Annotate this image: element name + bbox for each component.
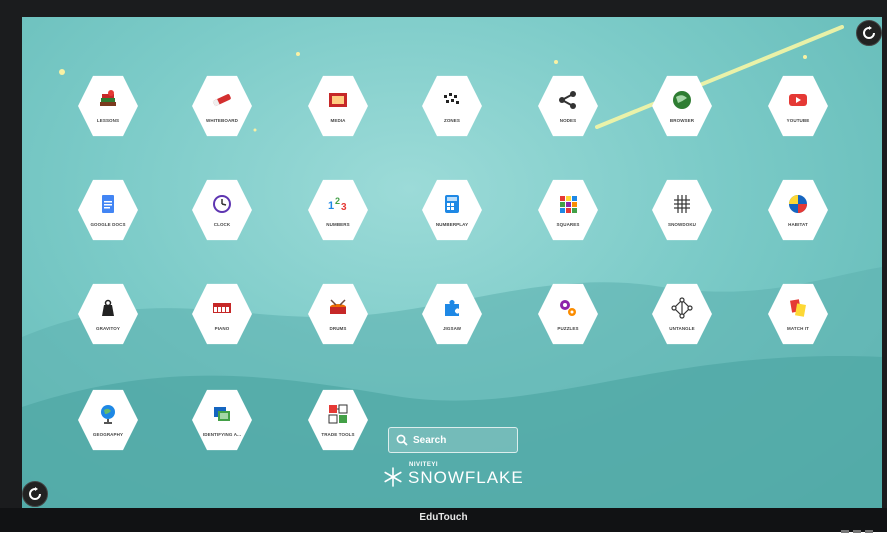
google-docs-icon [102,195,114,213]
app-tile[interactable]: PIANO [192,282,252,346]
refresh-icon [863,26,875,39]
app-tile[interactable]: UNTANGLE [652,282,712,346]
snowflake-icon [384,467,402,487]
app-tile[interactable]: DRUMS [308,282,368,346]
app-tile-label: WHITEBOARD [206,118,238,123]
app-tile[interactable]: BROWSER [652,74,712,138]
app-tile-label: PIANO [214,326,230,331]
app-tile[interactable]: 1 2 3 NUMBERS [308,178,368,242]
app-tile-label: NODES [559,118,577,123]
pictures-icon [214,407,230,421]
calculator-icon [445,195,459,213]
numbers-icon: 1 23 [328,196,347,213]
app-tile-label: DRUMS [329,326,347,331]
weight-icon [102,299,114,316]
zones-icon [444,93,459,104]
cards-icon [790,299,806,317]
marker-icon [212,94,231,107]
drums-icon [330,299,346,314]
app-tile-label: CLOCK [213,222,231,227]
app-tile[interactable]: YOUTUBE [768,74,828,138]
app-tile-label: HABITAT [788,222,808,227]
app-tile-label: JIGSAW [442,326,462,331]
tools-icon [328,404,348,424]
gears-icon [560,300,576,316]
logo-name: SNOWFLAKE [408,468,524,487]
app-tile-label: GRAVITOY [96,326,120,331]
svg-text:2: 2 [335,196,340,206]
svg-text:1: 1 [328,200,334,212]
app-tile[interactable]: HABITAT [768,178,828,242]
search-label: Search [413,435,447,446]
app-tile[interactable]: GOOGLE DOCS [78,178,138,242]
app-tile[interactable]: LESSONS [78,74,138,138]
puzzle-piece-icon [445,300,459,316]
youtube-icon [789,94,807,106]
books-icon [100,90,116,106]
squares-icon [560,196,577,213]
app-tile[interactable]: TRADE TOOLS [308,388,368,452]
app-tile[interactable]: PUZZLES [538,282,598,346]
app-tile[interactable]: GRAVITOY [78,282,138,346]
app-tile[interactable]: JIGSAW [422,282,482,346]
app-tile[interactable]: MATCH IT [768,282,828,346]
app-tile-label: GEOGRAPHY [92,432,124,437]
brand-label: EduTouch [419,512,468,523]
app-tile[interactable]: CLOCK [192,178,252,242]
app-tile-label: UNTANGLE [669,326,695,331]
app-tile-label: ZONES [443,118,460,123]
untangle-icon [671,297,693,319]
globe-icon [673,91,691,109]
app-tile[interactable]: GEOGRAPHY [78,388,138,452]
app-tile[interactable]: NUMBERPLAY [422,178,482,242]
app-tile[interactable]: MEDIA [308,74,368,138]
grid-icon [674,195,690,213]
globe-stand-icon [101,405,115,424]
bottom-left-refresh-button[interactable] [22,481,48,507]
svg-text:3: 3 [341,202,347,213]
app-tile-label: MATCH IT [787,326,809,331]
app-tile-label: SNOWDOKU [667,222,697,227]
app-tile-label: NUMBERS [326,222,350,227]
snowflake-logo: NIVITEYI SNOWFLAKE [382,462,532,494]
indicator-dots [837,520,873,538]
share-nodes-icon [559,91,576,109]
app-tile-label: BROWSER [669,118,695,123]
app-tile[interactable]: SNOWDOKU [652,178,712,242]
app-tile[interactable]: NODES [538,74,598,138]
app-tile[interactable]: IDENTIFYING A... [192,388,252,452]
app-tile-label: MEDIA [330,118,346,123]
refresh-icon [29,487,41,500]
app-tile-label: PUZZLES [557,326,579,331]
search-button[interactable]: Search [388,427,518,453]
app-tile[interactable]: SQUARES [538,178,598,242]
media-icon [329,93,347,107]
clock-icon [213,195,231,213]
app-tile[interactable]: ZONES [422,74,482,138]
search-icon [396,434,408,446]
app-tile-label: TRADE TOOLS [321,432,355,437]
app-tile[interactable]: WHITEBOARD [192,74,252,138]
top-right-refresh-button[interactable] [856,20,882,46]
app-tile-label: SQUARES [556,222,580,227]
app-tile-label: GOOGLE DOCS [90,222,126,227]
app-tile-label: YOUTUBE [786,118,810,123]
app-tile-label: IDENTIFYING A... [202,432,242,437]
piano-icon [213,303,231,313]
habitat-icon [789,195,807,213]
app-tile-label: NUMBERPLAY [435,222,469,227]
app-tile-label: LESSONS [96,118,120,123]
